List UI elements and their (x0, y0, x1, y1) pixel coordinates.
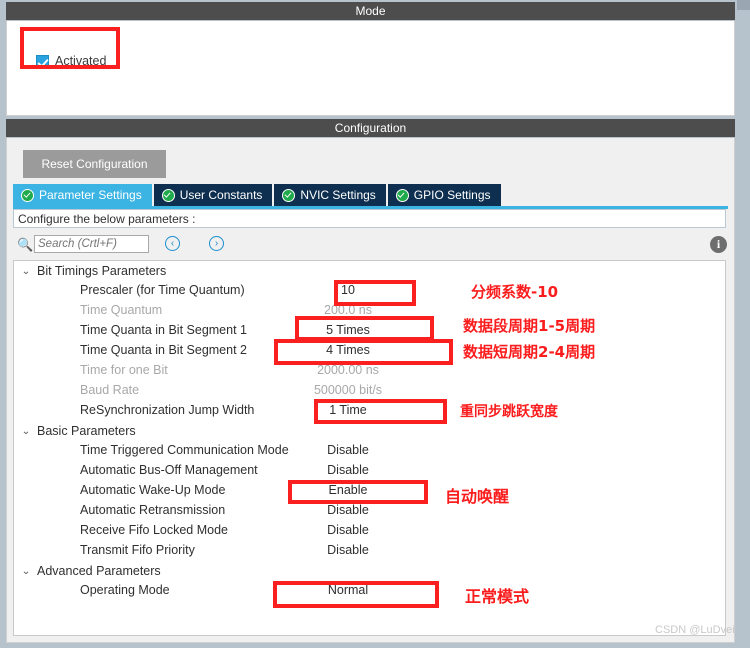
param-value[interactable]: Disable (264, 503, 432, 517)
next-match-icon[interactable]: › (209, 236, 224, 251)
configuration-section-header: Configuration (6, 119, 735, 137)
tab-user-constants[interactable]: User Constants (153, 184, 273, 206)
tree-group-label: Bit Timings Parameters (37, 264, 167, 278)
tree-group-advanced-parameters[interactable]: ⌄ Advanced Parameters (14, 561, 725, 581)
table-row[interactable]: Receive Fifo Locked Mode Disable (14, 521, 725, 541)
param-value[interactable]: Disable (264, 523, 432, 537)
param-value[interactable]: 1 Time (264, 403, 432, 417)
tree-group-bit-timings-parameters[interactable]: ⌄ Bit Timings Parameters (14, 261, 725, 281)
tree-group-label: Basic Parameters (37, 424, 136, 438)
param-name: Time Triggered Communication Mode (80, 443, 289, 457)
annotation-note-segment2: 数据短周期2-4周期 (463, 343, 596, 361)
param-name: Prescaler (for Time Quantum) (80, 283, 245, 297)
param-name: Time Quantum (80, 303, 163, 317)
chevron-down-icon[interactable]: ⌄ (21, 426, 34, 437)
chevron-down-icon[interactable]: ⌄ (21, 266, 34, 277)
activated-checkbox-row[interactable]: Activated (36, 54, 106, 68)
table-row: Baud Rate 500000 bit/s (14, 381, 725, 401)
annotation-note-operating-mode: 正常模式 (465, 587, 530, 606)
param-name: Baud Rate (80, 383, 140, 397)
param-value: 500000 bit/s (313, 383, 383, 397)
search-input[interactable] (34, 235, 149, 253)
annotation-note-segment1: 数据段周期1-5周期 (463, 317, 596, 335)
reset-configuration-button[interactable]: Reset Configuration (23, 150, 166, 178)
table-row[interactable]: Time Triggered Communication Mode Disabl… (14, 441, 725, 461)
previous-match-icon[interactable]: ‹ (165, 236, 180, 251)
tree-group-basic-parameters[interactable]: ⌄ Basic Parameters (14, 421, 725, 441)
tab-nvic-settings[interactable]: NVIC Settings (274, 184, 386, 206)
param-name: ReSynchronization Jump Width (80, 403, 255, 417)
tab-parameter-settings[interactable]: Parameter Settings (13, 184, 152, 206)
param-name: Receive Fifo Locked Mode (80, 523, 228, 537)
check-circle-icon (161, 188, 175, 202)
param-name: Automatic Retransmission (80, 503, 226, 517)
annotation-note-wakeup: 自动唤醒 (445, 487, 510, 506)
search-icon: 🔍 (17, 237, 34, 252)
mode-section-header: Mode (6, 2, 735, 20)
configuration-panel: Reset Configuration Parameter Settings U… (6, 138, 735, 643)
right-margin (735, 0, 750, 648)
tab-label: NVIC Settings (300, 188, 376, 202)
param-value[interactable]: Disable (264, 543, 432, 557)
check-circle-icon (282, 188, 296, 202)
configuration-tabs: Parameter Settings User Constants NVIC S… (13, 184, 503, 206)
param-value[interactable]: 4 Times (264, 343, 432, 357)
table-row: Time for one Bit 2000.00 ns (14, 361, 725, 381)
checkbox-checked-icon[interactable] (36, 54, 49, 68)
table-row[interactable]: Automatic Retransmission Disable (14, 501, 725, 521)
table-row[interactable]: Transmit Fifo Priority Disable (14, 541, 725, 561)
stm32cubemx-can-config-screen: Mode Activated Configuration Reset Confi… (0, 0, 750, 648)
param-value[interactable]: Disable (264, 443, 432, 457)
tab-label: GPIO Settings (413, 188, 491, 202)
annotation-note-resync: 重同步跳跃宽度 (460, 404, 558, 420)
chevron-down-icon[interactable]: ⌄ (21, 566, 34, 577)
parameter-tree: ⌄ Bit Timings Parameters Prescaler (for … (13, 260, 726, 636)
activated-checkbox-label: Activated (55, 54, 107, 68)
param-value[interactable]: Disable (264, 463, 432, 477)
table-row[interactable]: Prescaler (for Time Quantum) 10 (14, 281, 725, 301)
param-name: Transmit Fifo Priority (80, 543, 195, 557)
check-circle-icon (21, 188, 34, 202)
tab-label: User Constants (179, 188, 263, 202)
configure-hint: Configure the below parameters : (13, 209, 726, 228)
param-value[interactable]: Enable (264, 483, 432, 497)
tab-gpio-settings[interactable]: GPIO Settings (387, 184, 501, 206)
param-value[interactable]: 10 (264, 283, 432, 297)
watermark: CSDN @LuDvei (655, 624, 735, 636)
param-value: 200.0 ns (324, 303, 372, 317)
tab-label: Parameter Settings (39, 188, 142, 202)
param-name: Operating Mode (80, 583, 170, 597)
table-row[interactable]: Automatic Wake-Up Mode Enable (14, 481, 725, 501)
mode-panel: Activated (6, 21, 735, 116)
param-name: Time for one Bit (80, 363, 168, 377)
param-name: Automatic Wake-Up Mode (80, 483, 226, 497)
param-value[interactable]: 5 Times (264, 323, 432, 337)
param-value: 2000.00 ns (317, 363, 379, 377)
annotation-note-prescaler: 分频系数-10 (471, 283, 559, 301)
table-row[interactable]: Automatic Bus-Off Management Disable (14, 461, 725, 481)
table-row[interactable]: Time Quanta in Bit Segment 2 4 Times (14, 341, 725, 361)
param-value[interactable]: Normal (264, 583, 432, 597)
scrollbar-corner (737, 0, 750, 10)
param-name: Time Quanta in Bit Segment 1 (80, 323, 247, 337)
table-row[interactable]: Time Quanta in Bit Segment 1 5 Times (14, 321, 725, 341)
search-toolbar: 🔍 ‹ › i (13, 234, 727, 258)
param-name: Automatic Bus-Off Management (80, 463, 258, 477)
param-name: Time Quanta in Bit Segment 2 (80, 343, 247, 357)
tree-group-label: Advanced Parameters (37, 564, 161, 578)
table-row[interactable]: Operating Mode Normal (14, 581, 725, 601)
info-icon[interactable]: i (710, 236, 727, 253)
table-row[interactable]: ReSynchronization Jump Width 1 Time (14, 401, 725, 421)
check-circle-icon (395, 188, 409, 202)
table-row: Time Quantum 200.0 ns (14, 301, 725, 321)
